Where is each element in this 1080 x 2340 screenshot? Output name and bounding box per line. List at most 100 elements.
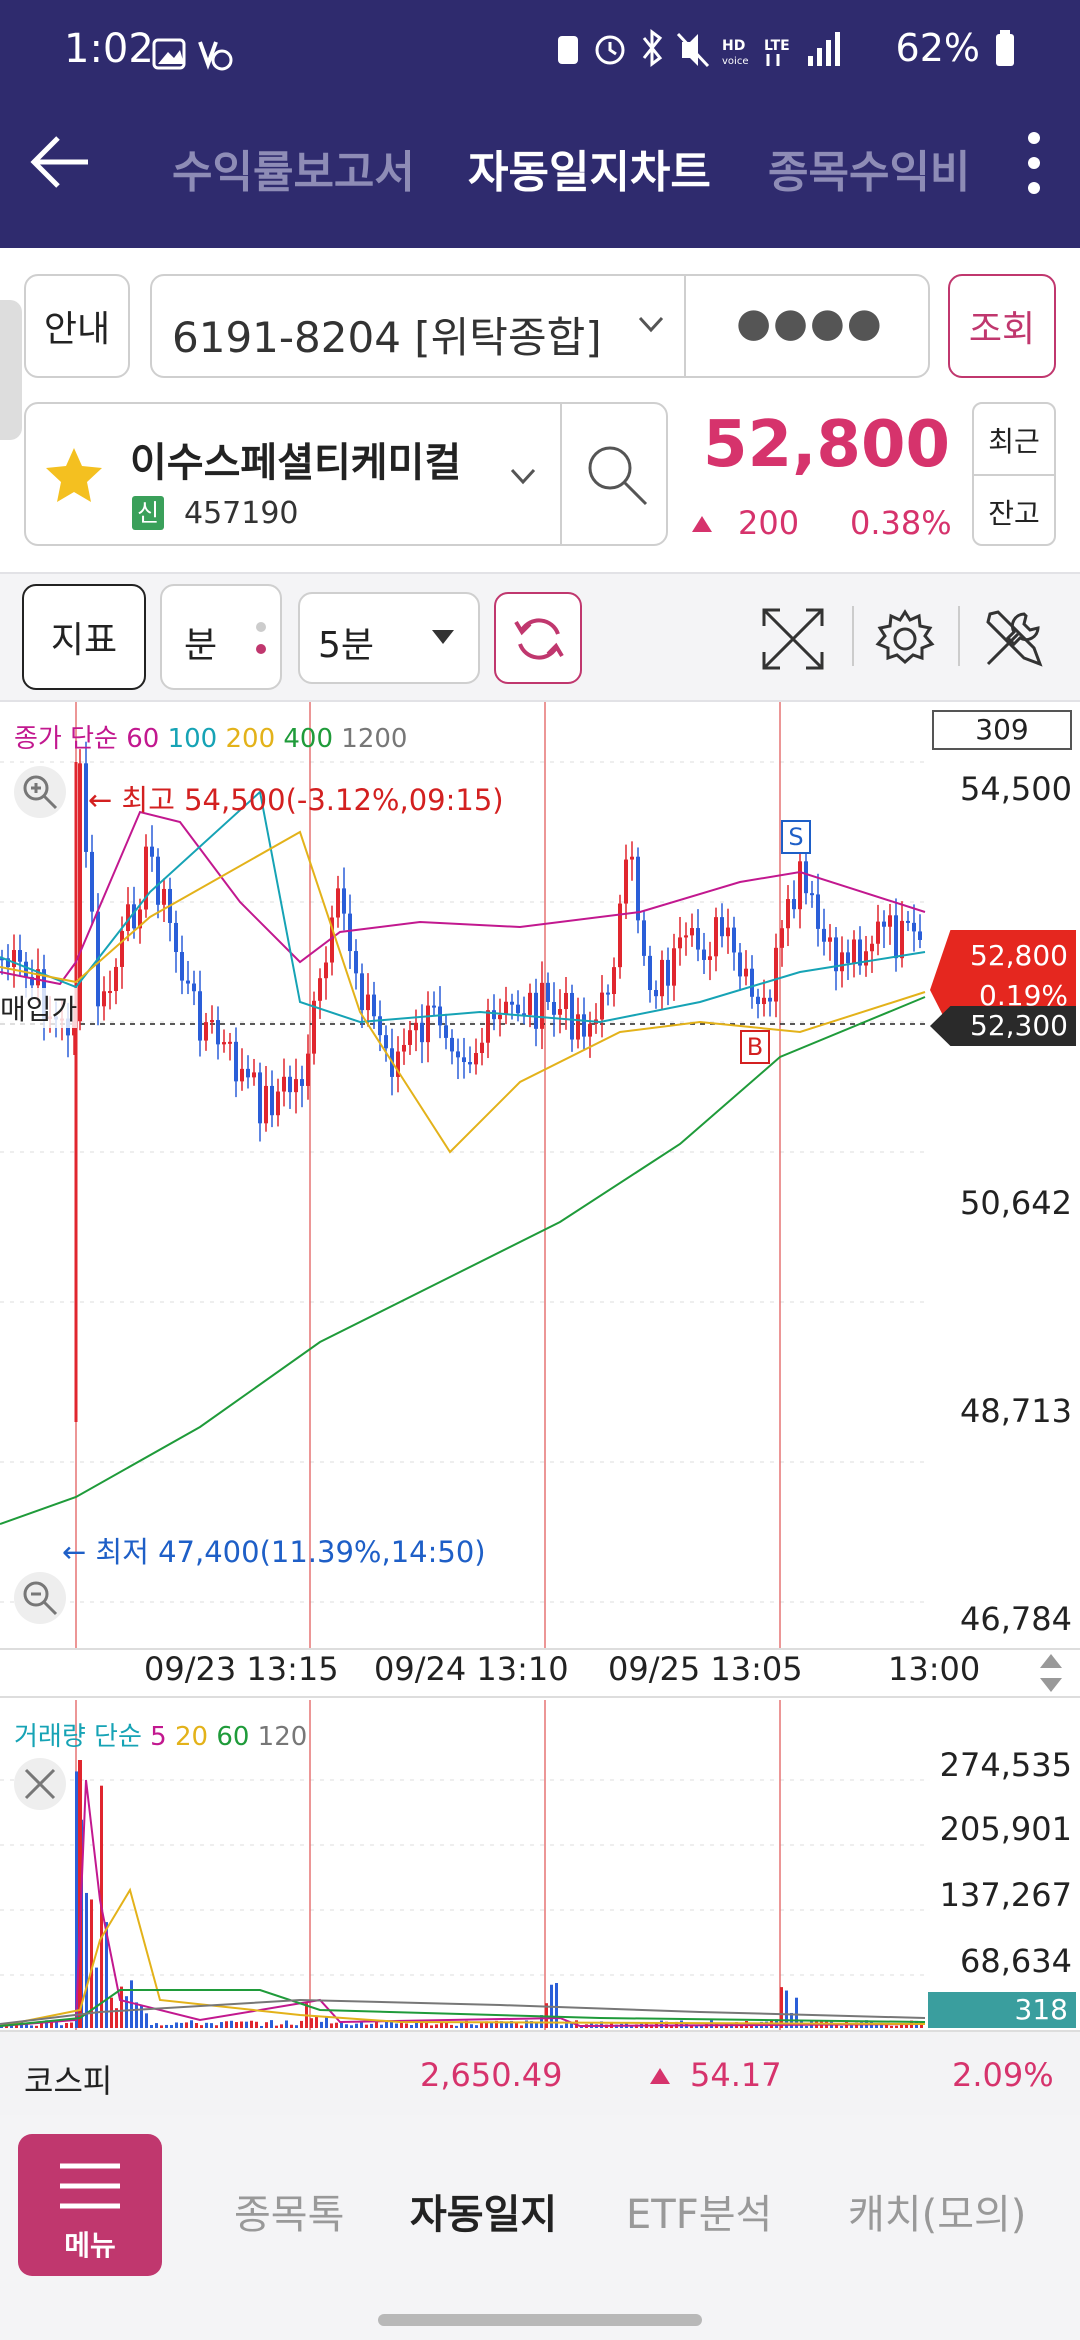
candle-body [714, 917, 718, 957]
close-volume-icon[interactable] [12, 1756, 68, 1812]
dot-icon [256, 622, 266, 632]
minute-button[interactable]: 분 [160, 584, 282, 690]
volume-bar [375, 2022, 378, 2028]
more-menu-icon[interactable] [1022, 128, 1046, 198]
candle-body [492, 1010, 496, 1020]
volume-bar [55, 2021, 58, 2028]
volume-bar [235, 2022, 238, 2028]
candle-body [636, 856, 640, 921]
index-bar[interactable]: 코스피 2,650.49 54.17 2.09% [0, 2030, 1080, 2116]
nav-etf-analysis[interactable]: ETF분석 [626, 2182, 772, 2240]
recent-button[interactable]: 최근 [974, 420, 1054, 460]
nav-auto-journal[interactable]: 자동일지 [410, 2182, 557, 2240]
candle-body [810, 893, 814, 896]
status-time: 1:02 [64, 26, 154, 72]
volume-bar [95, 1967, 98, 2028]
fullscreen-icon[interactable] [758, 604, 828, 674]
price-change-pct: 0.38% [850, 504, 952, 542]
stock-selector[interactable]: 이수스페셜티케미컬 신 457190 [24, 402, 668, 546]
caret-down-icon [432, 630, 454, 644]
candle-body [756, 996, 760, 1005]
candle-body [270, 1085, 274, 1116]
nav-stock-talk[interactable]: 종목톡 [234, 2182, 344, 2240]
candle-body [114, 966, 118, 992]
tab-return-report[interactable]: 수익률보고서 [172, 136, 415, 200]
back-arrow-icon[interactable] [28, 130, 92, 194]
zoom-in-icon[interactable] [12, 764, 68, 820]
price-chart[interactable] [0, 702, 1080, 1652]
up-triangle-icon [650, 2068, 670, 2084]
tools-icon[interactable] [978, 604, 1048, 674]
candle-body [216, 1020, 220, 1045]
sell-marker[interactable]: S [781, 820, 811, 854]
account-selector[interactable]: 6191-8204 [위탁종합] ●●●● [150, 274, 930, 378]
volume-bar [145, 2013, 148, 2028]
balance-button[interactable]: 잔고 [974, 492, 1054, 532]
volume-bar [470, 2024, 473, 2028]
candle-body [876, 921, 880, 944]
password-field[interactable]: ●●●● [692, 300, 928, 346]
candle-body [120, 931, 124, 967]
settings-gear-icon[interactable] [870, 604, 940, 674]
candle-count-box: 309 [932, 710, 1072, 750]
zoom-out-icon[interactable] [12, 1570, 68, 1626]
candle-body [684, 935, 688, 938]
divider [560, 404, 562, 544]
volume-current-tag: 318 [928, 1992, 1076, 2028]
volume-bar [780, 1987, 783, 2028]
candle-body [540, 982, 544, 1029]
candle-body [360, 973, 364, 1011]
tab-stock-return[interactable]: 종목수익비 [768, 136, 978, 200]
volume-bar [330, 2023, 333, 2028]
candle-body [666, 959, 670, 986]
minute-label: 분 [184, 625, 218, 666]
volume-bar [345, 2024, 348, 2028]
candle-body [888, 915, 892, 927]
price-axis-label: 50,642 [960, 1184, 1072, 1222]
candle-body [480, 1042, 484, 1054]
candle-body [600, 992, 604, 1020]
volume-bar [265, 2022, 268, 2028]
volume-bar [275, 2025, 278, 2028]
candle-body [342, 888, 346, 914]
candle-body [132, 904, 136, 929]
current-price: 52,800 [703, 408, 950, 482]
buy-marker[interactable]: B [740, 1030, 770, 1064]
axis-scroll-icon[interactable] [1036, 1652, 1066, 1694]
candle-body [750, 968, 754, 997]
volume-bar [430, 2025, 433, 2028]
candle-body [744, 968, 748, 977]
home-indicator[interactable] [378, 2314, 702, 2326]
interval-select[interactable]: 5분 [298, 592, 480, 684]
candle-body [648, 955, 652, 991]
price-change: 200 [738, 504, 800, 542]
candle-body [804, 861, 808, 894]
volume-bar [850, 2025, 853, 2028]
nav-catch-mock[interactable]: 캐치(모의) [848, 2182, 1026, 2240]
guide-button[interactable]: 안내 [24, 274, 130, 378]
refresh-button[interactable] [494, 592, 582, 684]
volume-bar [85, 1892, 88, 2028]
volume-bar [315, 2016, 318, 2028]
credit-badge: 신 [132, 496, 164, 530]
volume-bar [195, 2022, 198, 2028]
candle-body [870, 943, 874, 952]
candle-body [768, 997, 772, 1002]
candle-body [174, 922, 178, 953]
indicator-button[interactable]: 지표 [22, 584, 146, 690]
candle-body [294, 1079, 298, 1093]
battery-percent: 62% [895, 26, 980, 70]
search-icon[interactable] [582, 440, 652, 510]
lookup-button[interactable]: 조회 [948, 274, 1056, 378]
candle-body [468, 1062, 472, 1065]
recent-balance-toggle: 최근 잔고 [972, 402, 1056, 546]
candle-body [474, 1053, 478, 1065]
side-drawer-handle[interactable] [0, 300, 22, 440]
favorite-star-icon[interactable] [44, 446, 104, 504]
chevron-down-icon [638, 316, 664, 333]
tab-auto-journal-chart[interactable]: 자동일지차트 [468, 136, 711, 200]
candle-body [420, 1022, 424, 1043]
menu-button[interactable]: 메뉴 [18, 2134, 162, 2276]
volume-bar [360, 2022, 363, 2028]
candle-body [258, 1072, 262, 1124]
